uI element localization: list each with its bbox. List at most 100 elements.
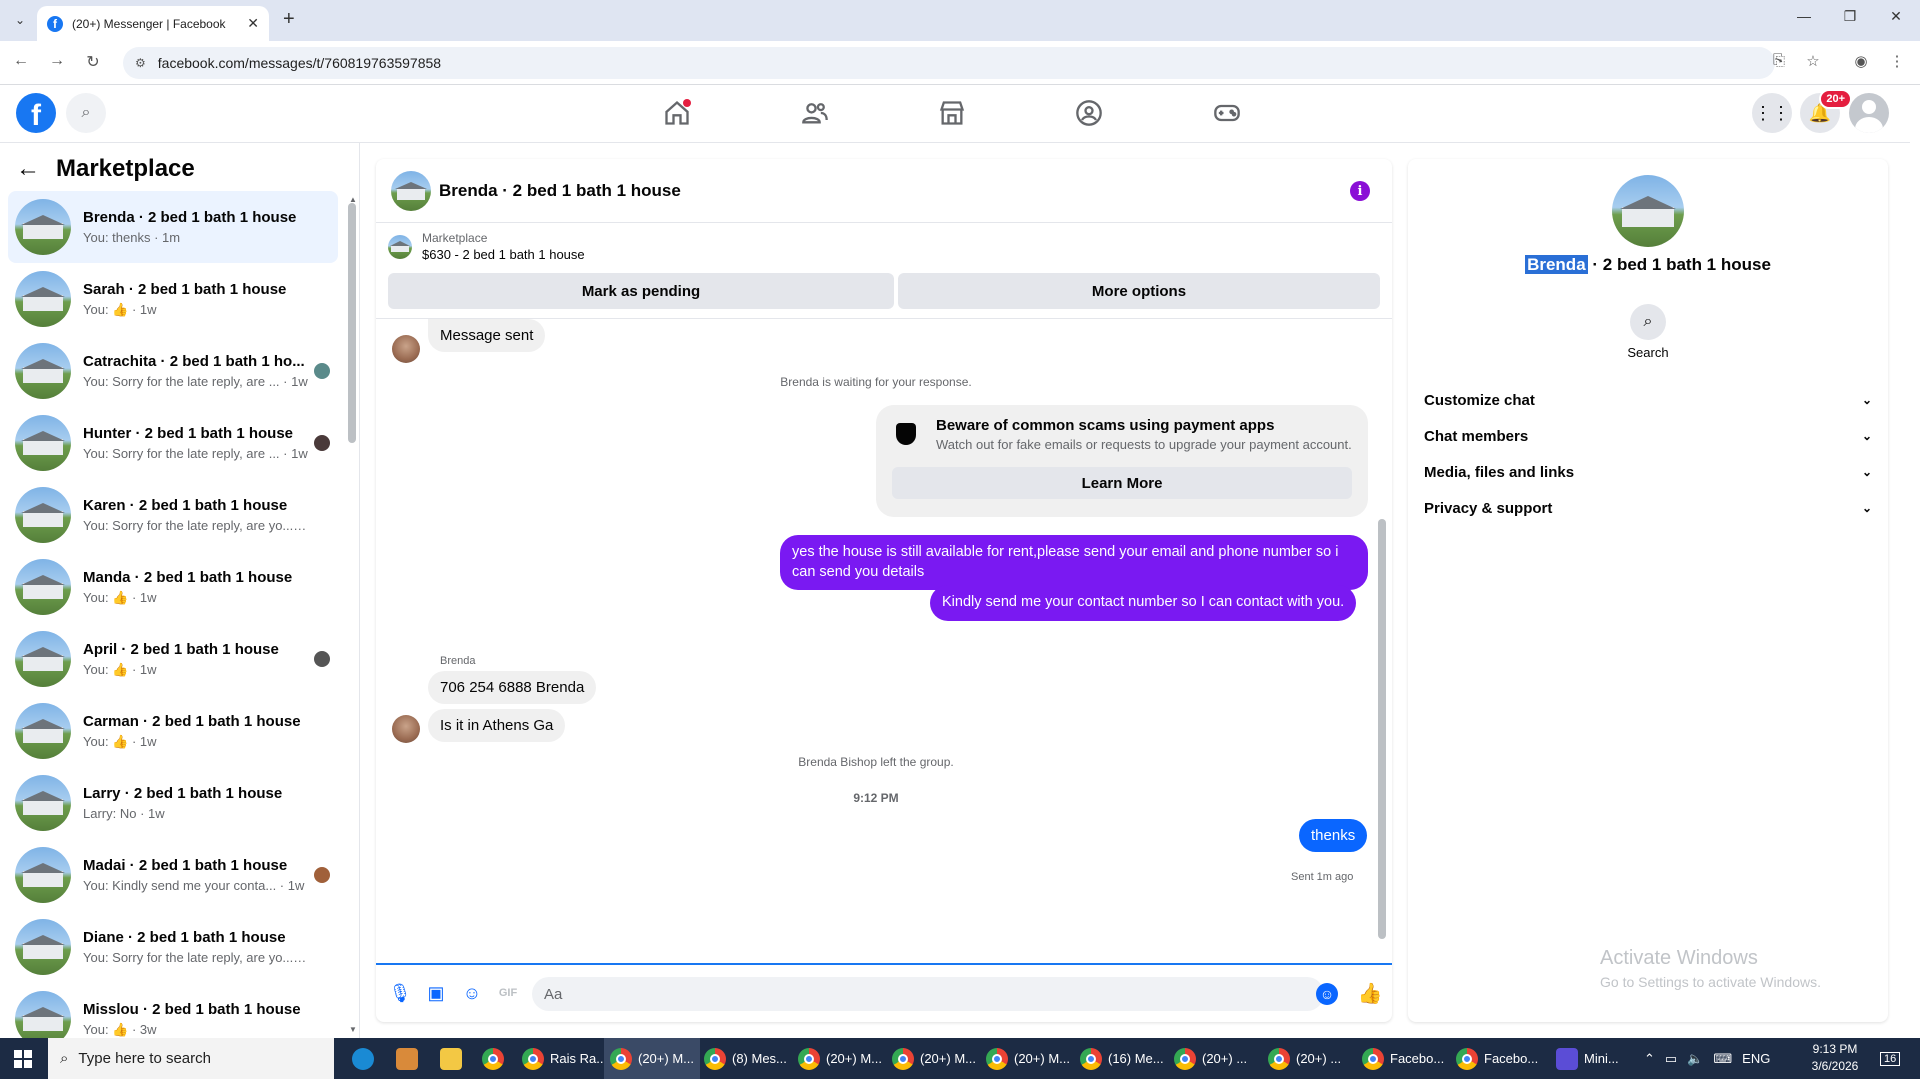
conversation-item[interactable]: Karen · 2 bed 1 bath 1 house You: Sorry f… (8, 479, 338, 551)
conversation-item[interactable]: Sarah · 2 bed 1 bath 1 house You: 👍 · 1w (8, 263, 338, 335)
conversation-item[interactable]: Madai · 2 bed 1 bath 1 house You: Kindly … (8, 839, 338, 911)
emoji-icon[interactable]: ☺ (1316, 983, 1338, 1005)
reload-icon[interactable]: ↻ (82, 52, 104, 72)
customize-chat-section[interactable]: Customize chat ⌄ (1424, 380, 1872, 420)
taskbar-clock[interactable]: 9:13 PM 3/6/2026 (1800, 1041, 1870, 1075)
taskbar-window[interactable]: (20+) ... (1168, 1038, 1253, 1079)
chat-members-section[interactable]: Chat members ⌄ (1424, 416, 1872, 456)
conversation-item[interactable]: Brenda · 2 bed 1 bath 1 house You: thenks… (8, 191, 338, 263)
chat-listing-thumbnail[interactable] (391, 170, 431, 211)
chevron-down-icon: ⌄ (1861, 429, 1872, 443)
keyboard-icon[interactable]: ⌨ (1713, 1051, 1732, 1067)
taskbar-window-label: (8) Mes... (732, 1051, 787, 1066)
learn-more-button[interactable]: Learn More (892, 467, 1352, 499)
taskbar-window[interactable]: (20+) M... (792, 1038, 888, 1079)
chat-scrollbar[interactable] (1378, 519, 1386, 939)
facebook-search-icon[interactable]: ⌕ (66, 93, 106, 133)
forward-icon[interactable]: → (46, 52, 68, 70)
back-icon[interactable]: ← (10, 52, 32, 70)
chrome-app[interactable] (476, 1038, 516, 1079)
network-icon[interactable]: ▭ (1665, 1051, 1677, 1067)
info-icon[interactable]: i (1350, 181, 1370, 201)
page-scrollbar[interactable] (1910, 85, 1920, 1038)
new-tab-icon[interactable]: + (283, 8, 295, 31)
more-options-button[interactable]: More options (898, 273, 1380, 309)
taskbar-window[interactable]: Facebo... (1356, 1038, 1450, 1079)
conversation-item[interactable]: Larry · 2 bed 1 bath 1 house Larry: No · … (8, 767, 338, 839)
chrome-icon (1456, 1047, 1478, 1070)
conversation-item[interactable]: April · 2 bed 1 bath 1 house You: 👍 · 1w (8, 623, 338, 695)
message-input[interactable]: Aa (532, 977, 1324, 1011)
taskbar-window[interactable]: Rais Ra... (516, 1038, 613, 1079)
system-tray[interactable]: ⌃ ▭ 🔈 ⌨ ENG (1644, 1038, 1770, 1079)
taskbar-window[interactable]: (20+) M... (604, 1038, 700, 1079)
taskbar-window[interactable]: (20+) ... (1262, 1038, 1347, 1079)
sidebar-scrollbar[interactable] (348, 203, 356, 443)
media-files-section[interactable]: Media, files and links ⌄ (1424, 452, 1872, 492)
nav-friends-icon[interactable] (795, 93, 835, 133)
taskbar-window-label: (20+) M... (638, 1051, 694, 1066)
conversation-item[interactable]: Carman · 2 bed 1 bath 1 house You: 👍 · 1w (8, 695, 338, 767)
taskbar-window[interactable]: (8) Mes... (698, 1038, 793, 1079)
conversation-item[interactable]: Diane · 2 bed 1 bath 1 house You: Sorry f… (8, 911, 338, 983)
back-arrow-icon[interactable]: ← (16, 155, 40, 183)
conversation-item[interactable]: Catrachita · 2 bed 1 bath 1 ho... You: So… (8, 335, 338, 407)
mark-as-pending-button[interactable]: Mark as pending (388, 273, 894, 309)
close-window-icon[interactable]: ✕ (1886, 8, 1906, 25)
chevron-down-icon: ⌄ (1861, 501, 1872, 515)
home-notification-dot (683, 99, 691, 107)
like-thumb-icon[interactable]: 👍 (1358, 981, 1383, 1005)
photo-icon[interactable]: ▣ (424, 981, 448, 1005)
taskbar-window[interactable]: (20+) M... (886, 1038, 982, 1079)
chrome-icon (798, 1047, 820, 1070)
taskbar-search[interactable]: ⌕ Type here to search (48, 1038, 334, 1079)
site-info-icon[interactable]: ⚙ (135, 56, 146, 70)
conversation-item[interactable]: Misslou · 2 bed 1 bath 1 house You: 👍 · 3… (8, 983, 338, 1038)
sticker-icon[interactable]: ☺ (460, 981, 484, 1005)
unknown-app[interactable] (390, 1038, 430, 1079)
nav-gaming-icon[interactable] (1207, 93, 1247, 133)
nav-marketplace-icon[interactable] (932, 93, 972, 133)
search-in-chat-icon[interactable]: ⌕ (1630, 304, 1666, 340)
conversation-name: Sarah · 2 bed 1 bath 1 house (83, 280, 287, 298)
facebook-logo-icon[interactable]: f (16, 93, 56, 133)
microphone-icon[interactable]: 🎙 (388, 981, 412, 1005)
browser-menu-icon[interactable]: ⋮ (1886, 52, 1908, 70)
show-hidden-icons-icon[interactable]: ⌃ (1644, 1051, 1655, 1067)
browser-tab[interactable]: f (20+) Messenger | Facebook ✕ (37, 6, 269, 41)
scroll-down-arrow-icon[interactable]: ▼ (349, 1025, 357, 1034)
notifications-bell-icon[interactable]: 🔔 20+ (1800, 89, 1852, 133)
conversation-item[interactable]: Hunter · 2 bed 1 bath 1 house You: Sorry … (8, 407, 338, 479)
nav-groups-icon[interactable] (1069, 93, 1109, 133)
url-field[interactable]: ⚙ facebook.com/messages/t/76081976359785… (123, 47, 1775, 79)
activate-windows-watermark: Activate Windows Go to Settings to activ… (1600, 947, 1821, 990)
restore-icon[interactable]: ❐ (1840, 8, 1860, 25)
search-label: Search (1627, 345, 1669, 360)
language-indicator[interactable]: ENG (1742, 1051, 1770, 1066)
outgoing-message: Kindly send me your contact number so I … (930, 585, 1357, 621)
conversation-item[interactable]: Manda · 2 bed 1 bath 1 house You: 👍 · 1w (8, 551, 338, 623)
notification-center-icon[interactable]: 16 (1880, 1038, 1901, 1079)
nav-home-icon[interactable] (657, 93, 697, 133)
close-tab-icon[interactable]: ✕ (247, 15, 259, 32)
minimize-icon[interactable]: — (1794, 8, 1814, 24)
taskbar-window[interactable]: Mini... (1550, 1038, 1625, 1079)
account-avatar[interactable] (1849, 93, 1889, 133)
install-app-icon[interactable]: ⎘ (1768, 52, 1790, 69)
edge-app[interactable] (346, 1038, 386, 1079)
chevron-down-icon: ⌄ (1861, 465, 1872, 479)
chat-title[interactable]: Brenda · 2 bed 1 bath 1 house (439, 181, 681, 201)
gif-icon[interactable]: GIF (496, 981, 520, 1005)
tab-search-chevron-icon[interactable]: ⌄ (10, 10, 30, 30)
windows-start-icon[interactable] (14, 1050, 32, 1068)
taskbar-window[interactable]: (20+) M... (980, 1038, 1076, 1079)
bookmark-star-icon[interactable]: ☆ (1802, 52, 1824, 70)
taskbar-window[interactable]: (16) Me... (1074, 1038, 1170, 1079)
volume-icon[interactable]: 🔈 (1687, 1051, 1703, 1067)
listing-price[interactable]: $630 - 2 bed 1 bath 1 house (422, 247, 585, 262)
file-explorer-app[interactable] (434, 1038, 474, 1079)
privacy-support-section[interactable]: Privacy & support ⌄ (1424, 488, 1872, 528)
menu-grid-icon[interactable]: ⋮⋮ (1752, 93, 1792, 133)
profile-icon[interactable]: ◉ (1850, 52, 1872, 70)
taskbar-window[interactable]: Facebo... (1450, 1038, 1544, 1079)
